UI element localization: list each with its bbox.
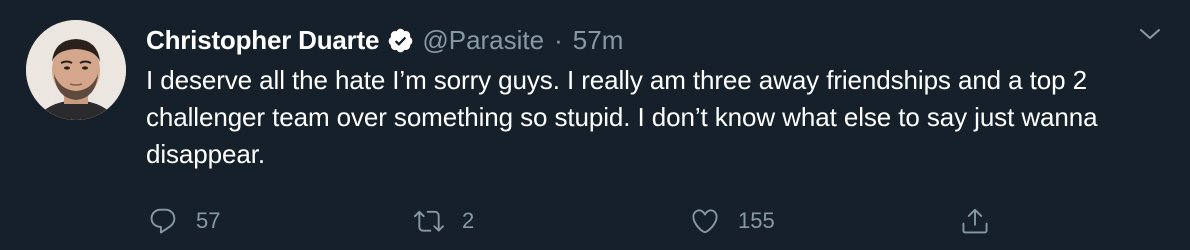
reply-button[interactable]: 57 xyxy=(148,206,220,236)
share-button[interactable] xyxy=(960,206,990,236)
reply-count: 57 xyxy=(196,208,221,233)
author-display-name[interactable]: Christopher Duarte xyxy=(146,25,380,56)
retweet-icon xyxy=(414,206,444,236)
tweet-text: I deserve all the hate I’m sorry guys. I… xyxy=(146,65,1098,169)
chevron-down-icon[interactable] xyxy=(1138,24,1162,44)
header-separator: · xyxy=(554,24,563,55)
tweet-card[interactable]: Christopher Duarte @Parasite · 57m I des… xyxy=(0,0,1190,250)
tweet-header: Christopher Duarte @Parasite · 57m xyxy=(146,22,623,58)
reply-icon xyxy=(148,206,178,236)
share-icon xyxy=(960,206,990,236)
like-count: 155 xyxy=(738,208,775,233)
like-button[interactable]: 155 xyxy=(690,206,775,236)
retweet-button[interactable]: 2 xyxy=(414,206,474,236)
tweet-actions: 57 2 155 xyxy=(0,200,1190,240)
retweet-count: 2 xyxy=(462,208,475,233)
tweet-timestamp[interactable]: 57m xyxy=(573,25,624,56)
heart-icon xyxy=(690,206,720,236)
verified-badge-icon xyxy=(387,27,414,54)
author-handle[interactable]: @Parasite xyxy=(422,25,544,56)
avatar[interactable] xyxy=(26,20,126,120)
